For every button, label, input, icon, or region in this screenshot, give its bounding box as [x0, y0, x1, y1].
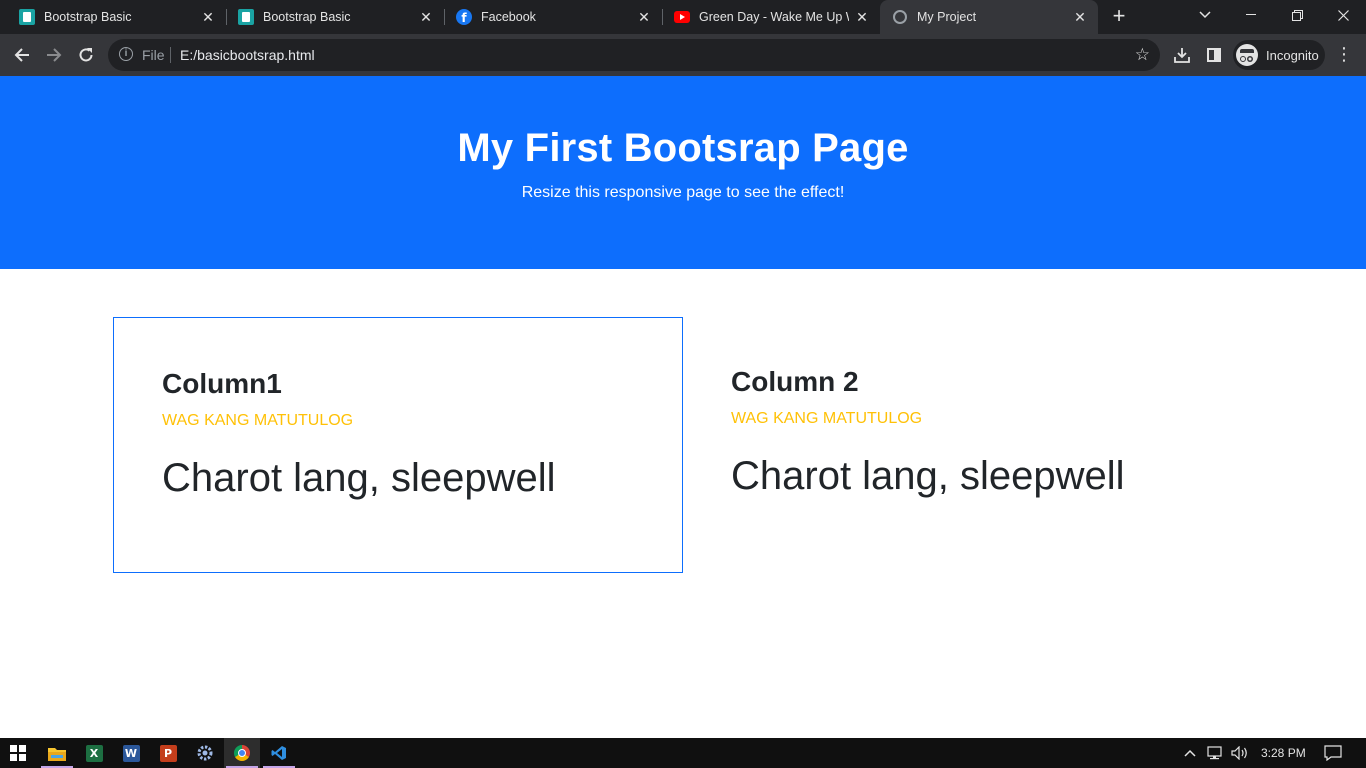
powerpoint-icon[interactable]: P: [150, 738, 186, 768]
youtube-icon: [674, 9, 690, 25]
incognito-label: Incognito: [1266, 47, 1319, 63]
close-tab-icon[interactable]: ✕: [635, 8, 653, 26]
sheet-icon: [238, 9, 254, 25]
network-icon[interactable]: [1207, 738, 1224, 768]
arrow-right-icon: [47, 48, 62, 62]
restore-button[interactable]: [1274, 0, 1320, 30]
new-tab-button[interactable]: +: [1108, 5, 1130, 28]
reload-icon: [79, 48, 93, 62]
close-tab-icon[interactable]: ✕: [1071, 8, 1089, 26]
excel-icon[interactable]: X: [76, 738, 112, 768]
tab-search-icon[interactable]: [1182, 0, 1228, 30]
tab-bootstrap-basic-2[interactable]: Bootstrap Basic ✕: [226, 0, 444, 34]
close-tab-icon[interactable]: ✕: [199, 8, 217, 26]
tab-my-project[interactable]: My Project ✕: [880, 0, 1098, 34]
info-icon[interactable]: i: [119, 47, 133, 61]
tab-title: Facebook: [481, 10, 536, 24]
back-button[interactable]: [9, 42, 35, 68]
reload-button[interactable]: [73, 42, 99, 68]
close-tab-icon[interactable]: ✕: [853, 8, 871, 26]
windows-logo-icon: [10, 745, 26, 761]
facebook-icon: f: [456, 9, 472, 25]
file-explorer-icon[interactable]: [39, 738, 75, 768]
notifications-icon[interactable]: [1324, 738, 1342, 768]
start-button[interactable]: [0, 738, 36, 768]
web-page: My First Bootsrap Page Resize this respo…: [0, 76, 1366, 738]
globe-icon: [892, 9, 908, 25]
jumbotron-header: My First Bootsrap Page Resize this respo…: [0, 76, 1366, 269]
tab-facebook[interactable]: f Facebook ✕: [444, 0, 662, 34]
column-1: Column1 WAG KANG MATUTULOG Charot lang, …: [113, 317, 683, 573]
column-2: Column 2 WAG KANG MATUTULOG Charot lang,…: [683, 316, 1253, 572]
column-heading: Column 2: [731, 366, 859, 397]
tab-green-day[interactable]: Green Day - Wake Me Up Wh ✕: [662, 0, 880, 34]
side-panel-icon[interactable]: [1202, 42, 1226, 68]
page-subtitle: Resize this responsive page to see the e…: [521, 184, 845, 201]
incognito-icon: [1236, 44, 1258, 66]
column-heading: Column1: [162, 368, 282, 399]
close-tab-icon[interactable]: ✕: [417, 8, 435, 26]
windows-taskbar: X W P 3:28 PM: [0, 738, 1366, 768]
tab-title: Bootstrap Basic: [263, 10, 351, 24]
forward-button[interactable]: [41, 42, 67, 68]
browser-toolbar: i File E:/basicbootsrap.html ☆ Incognito…: [0, 34, 1366, 76]
vscode-icon[interactable]: [261, 738, 297, 768]
bookmark-star-icon[interactable]: ☆: [1135, 45, 1150, 65]
incognito-profile-button[interactable]: Incognito: [1233, 40, 1325, 70]
scheme-label: File: [142, 47, 165, 63]
tab-title: Green Day - Wake Me Up Wh: [699, 10, 849, 24]
column-lead-text: Charot lang, sleepwell: [731, 454, 1125, 498]
download-icon[interactable]: [1170, 42, 1194, 68]
volume-icon[interactable]: [1231, 738, 1249, 768]
sheet-icon: [19, 9, 35, 25]
menu-icon[interactable]: ⋮: [1334, 45, 1354, 65]
chrome-icon[interactable]: [224, 738, 260, 768]
show-hidden-icons-icon[interactable]: [1184, 738, 1196, 768]
column-subheading: WAG KANG MATUTULOG: [731, 410, 923, 427]
close-window-button[interactable]: [1320, 0, 1366, 30]
url-text[interactable]: E:/basicbootsrap.html: [180, 47, 315, 63]
settings-icon[interactable]: [187, 738, 223, 768]
clock[interactable]: 3:28 PM: [1261, 738, 1306, 768]
column-subheading: WAG KANG MATUTULOG: [162, 412, 354, 429]
tab-bootstrap-basic-1[interactable]: Bootstrap Basic ✕: [0, 0, 226, 34]
arrow-left-icon: [14, 48, 29, 62]
tab-title: Bootstrap Basic: [44, 10, 132, 24]
browser-tab-strip: Bootstrap Basic ✕ Bootstrap Basic ✕ f Fa…: [0, 0, 1366, 34]
page-title: My First Bootsrap Page: [457, 126, 909, 170]
column-lead-text: Charot lang, sleepwell: [162, 456, 556, 500]
word-icon[interactable]: W: [113, 738, 149, 768]
tab-title: My Project: [917, 10, 977, 24]
address-bar[interactable]: i File E:/basicbootsrap.html ☆: [108, 39, 1160, 71]
minimize-button[interactable]: [1228, 0, 1274, 30]
address-divider: [170, 47, 171, 63]
